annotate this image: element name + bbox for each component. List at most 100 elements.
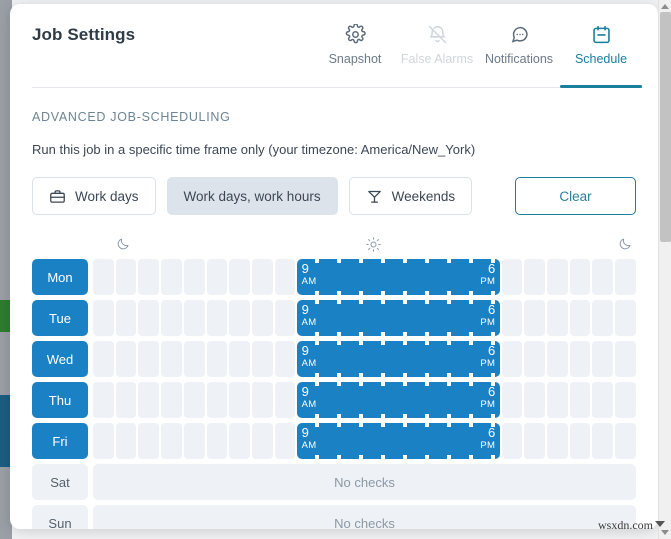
hour-cell[interactable]	[342, 382, 364, 418]
hour-cell[interactable]	[206, 423, 228, 459]
hour-cell[interactable]	[615, 300, 636, 336]
hour-cell[interactable]	[161, 382, 182, 418]
hour-cell[interactable]	[615, 423, 636, 459]
hour-cell[interactable]	[183, 259, 205, 295]
hour-cell[interactable]	[342, 259, 364, 295]
hour-cell[interactable]	[320, 300, 341, 336]
hour-cell[interactable]	[592, 300, 614, 336]
hour-cell[interactable]	[592, 382, 614, 418]
day-toggle-fri[interactable]: Fri	[32, 423, 88, 459]
hour-cell[interactable]	[410, 341, 432, 377]
hour-cell[interactable]	[320, 382, 341, 418]
hour-cell[interactable]	[615, 382, 636, 418]
day-toggle-wed[interactable]: Wed	[32, 341, 88, 377]
hour-cell[interactable]	[410, 259, 432, 295]
hour-cell[interactable]	[161, 300, 182, 336]
hour-cell[interactable]	[206, 259, 228, 295]
hour-cell[interactable]	[456, 341, 477, 377]
hour-cell[interactable]	[93, 341, 114, 377]
hour-cell[interactable]	[501, 300, 523, 336]
hour-cell[interactable]	[501, 341, 523, 377]
hour-cell[interactable]	[524, 341, 546, 377]
hour-cell[interactable]	[524, 423, 546, 459]
hour-cell[interactable]	[547, 382, 568, 418]
hour-cell[interactable]	[547, 300, 568, 336]
hour-cell[interactable]	[433, 341, 455, 377]
tab-notifications[interactable]: Notifications	[478, 22, 560, 68]
hour-cell[interactable]	[342, 423, 364, 459]
hour-cell[interactable]	[183, 300, 205, 336]
hour-cell[interactable]	[501, 382, 523, 418]
hour-cell[interactable]	[410, 423, 432, 459]
hour-cell[interactable]	[229, 423, 250, 459]
hour-cell[interactable]	[115, 423, 137, 459]
hour-cell[interactable]	[569, 259, 591, 295]
hour-cell[interactable]	[365, 423, 387, 459]
hour-cell[interactable]	[433, 423, 455, 459]
day-toggle-sat[interactable]: Sat	[32, 464, 88, 500]
hour-cell[interactable]	[115, 300, 137, 336]
hour-cell[interactable]	[456, 423, 477, 459]
day-toggle-tue[interactable]: Tue	[32, 300, 88, 336]
scrollbar-thumb[interactable]	[660, 12, 671, 242]
hour-cell[interactable]	[592, 423, 614, 459]
hour-cell[interactable]	[388, 259, 409, 295]
hour-cell[interactable]	[547, 259, 568, 295]
hour-cell[interactable]	[274, 300, 296, 336]
hour-cell[interactable]	[161, 259, 182, 295]
hour-cell[interactable]	[161, 423, 182, 459]
hour-cell[interactable]	[410, 382, 432, 418]
hour-cell[interactable]	[524, 259, 546, 295]
hour-cell[interactable]	[297, 382, 319, 418]
hour-cell[interactable]	[93, 300, 114, 336]
hour-cell[interactable]	[524, 382, 546, 418]
hour-cell[interactable]	[206, 382, 228, 418]
tab-schedule[interactable]: Schedule	[560, 22, 642, 68]
hour-cell[interactable]	[320, 259, 341, 295]
hour-cell[interactable]	[365, 259, 387, 295]
hour-cell[interactable]	[115, 341, 137, 377]
no-checks-track[interactable]: No checks	[93, 505, 636, 529]
hour-cell[interactable]	[183, 341, 205, 377]
hour-cell[interactable]	[388, 382, 409, 418]
hour-cell[interactable]	[297, 259, 319, 295]
hour-cell[interactable]	[615, 341, 636, 377]
tab-snapshot[interactable]: Snapshot	[314, 22, 396, 68]
hour-cell[interactable]	[388, 423, 409, 459]
hour-cell[interactable]	[229, 382, 250, 418]
hour-cell[interactable]	[183, 423, 205, 459]
hour-cell[interactable]	[478, 382, 500, 418]
hour-cell[interactable]	[365, 341, 387, 377]
hour-cell[interactable]	[365, 382, 387, 418]
hour-cell[interactable]	[433, 300, 455, 336]
hour-cell[interactable]	[161, 341, 182, 377]
preset-work-days-work-hours-button[interactable]: Work days, work hours	[166, 177, 338, 215]
hour-cell[interactable]	[501, 259, 523, 295]
hour-cell[interactable]	[206, 300, 228, 336]
hour-cell[interactable]	[183, 382, 205, 418]
hour-cell[interactable]	[93, 382, 114, 418]
hour-cell[interactable]	[433, 382, 455, 418]
hour-cell[interactable]	[274, 382, 296, 418]
hour-cell[interactable]	[365, 300, 387, 336]
hour-cell[interactable]	[456, 259, 477, 295]
hour-cell[interactable]	[388, 341, 409, 377]
hour-cell[interactable]	[478, 423, 500, 459]
hour-cell[interactable]	[592, 259, 614, 295]
hour-cell[interactable]	[297, 341, 319, 377]
hour-cell[interactable]	[229, 341, 250, 377]
hour-cell[interactable]	[456, 300, 477, 336]
hour-cell[interactable]	[115, 259, 137, 295]
hour-cell[interactable]	[433, 259, 455, 295]
hour-cell[interactable]	[297, 300, 319, 336]
hour-cell[interactable]	[569, 341, 591, 377]
hour-cell[interactable]	[274, 259, 296, 295]
hour-cell[interactable]	[93, 423, 114, 459]
hour-cell[interactable]	[569, 423, 591, 459]
hour-cell[interactable]	[138, 300, 160, 336]
hour-cell[interactable]	[229, 259, 250, 295]
hour-cell[interactable]	[138, 341, 160, 377]
hour-cell[interactable]	[615, 259, 636, 295]
hour-cell[interactable]	[251, 300, 273, 336]
hour-cell[interactable]	[251, 382, 273, 418]
